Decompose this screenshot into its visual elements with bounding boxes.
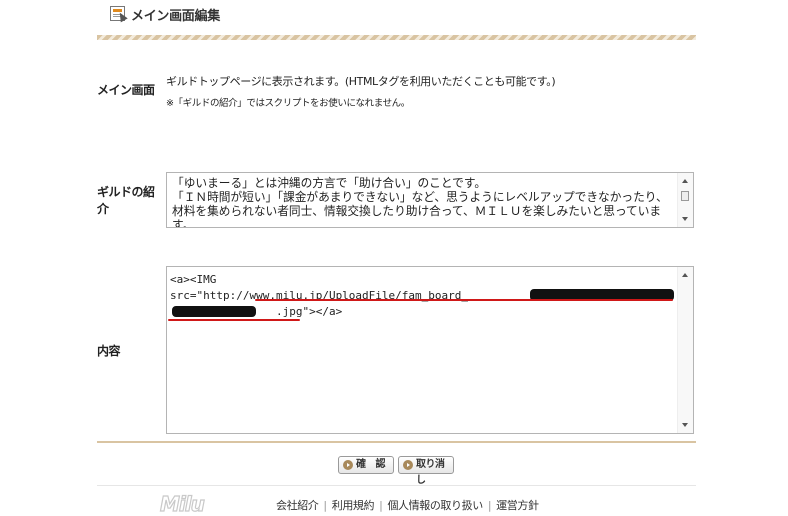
scroll-up-icon[interactable] [682, 179, 688, 183]
footer-link-company[interactable]: 会社紹介 [276, 499, 319, 512]
footer-links: 会社紹介 | 利用規約 | 個人情報の取り扱い | 運営方針 [276, 499, 539, 512]
header-divider [97, 35, 696, 40]
guild-intro-label-line2: 介 [97, 202, 109, 216]
guild-intro-text: 「ゆいまーる」とは沖縄の方言で「助け合い」のことです。 「ＩＮ時間が短い」「課金… [172, 176, 668, 228]
page-title: メイン画面編集 [131, 9, 220, 24]
main-screen-help-text: ギルドトップページに表示されます。(HTMLタグを利用いただくことも可能です。) [166, 75, 556, 88]
guild-intro-scrollbar[interactable] [677, 173, 693, 227]
footer-link-privacy[interactable]: 個人情報の取り扱い [387, 499, 483, 512]
confirm-button-label: 確 認 [356, 459, 389, 470]
red-underline [255, 299, 673, 301]
form-bottom-divider [97, 441, 696, 443]
red-underline [168, 319, 300, 321]
arrow-circle-icon [343, 460, 353, 470]
arrow-circle-icon [403, 460, 413, 470]
cancel-button[interactable]: 取り消し [398, 456, 454, 486]
footer-divider [97, 485, 696, 486]
confirm-button[interactable]: 確 認 [338, 456, 394, 474]
script-note-text: ※「ギルドの紹介」ではスクリプトをお使いになれません。 [166, 98, 410, 109]
cancel-button-label: 取り消し [416, 459, 445, 486]
scroll-down-icon[interactable] [682, 423, 688, 427]
guild-intro-label-line1: ギルドの紹 [97, 185, 155, 199]
content-scrollbar[interactable] [677, 267, 693, 433]
footer-link-terms[interactable]: 利用規約 [332, 499, 375, 512]
footer-link-policy[interactable]: 運営方針 [496, 499, 539, 512]
content-label: 内容 [97, 344, 121, 358]
scroll-down-icon[interactable] [682, 217, 688, 221]
redaction-scribble [172, 306, 256, 317]
main-screen-label: メイン画面 [97, 83, 155, 97]
scroll-up-icon[interactable] [682, 273, 688, 277]
guild-intro-textarea[interactable]: 「ゆいまーる」とは沖縄の方言で「助け合い」のことです。 「ＩＮ時間が短い」「課金… [166, 172, 694, 228]
site-logo[interactable]: Milu [159, 491, 205, 516]
scroll-thumb[interactable] [681, 191, 689, 201]
guild-intro-label: ギルドの紹 介 [97, 184, 155, 218]
